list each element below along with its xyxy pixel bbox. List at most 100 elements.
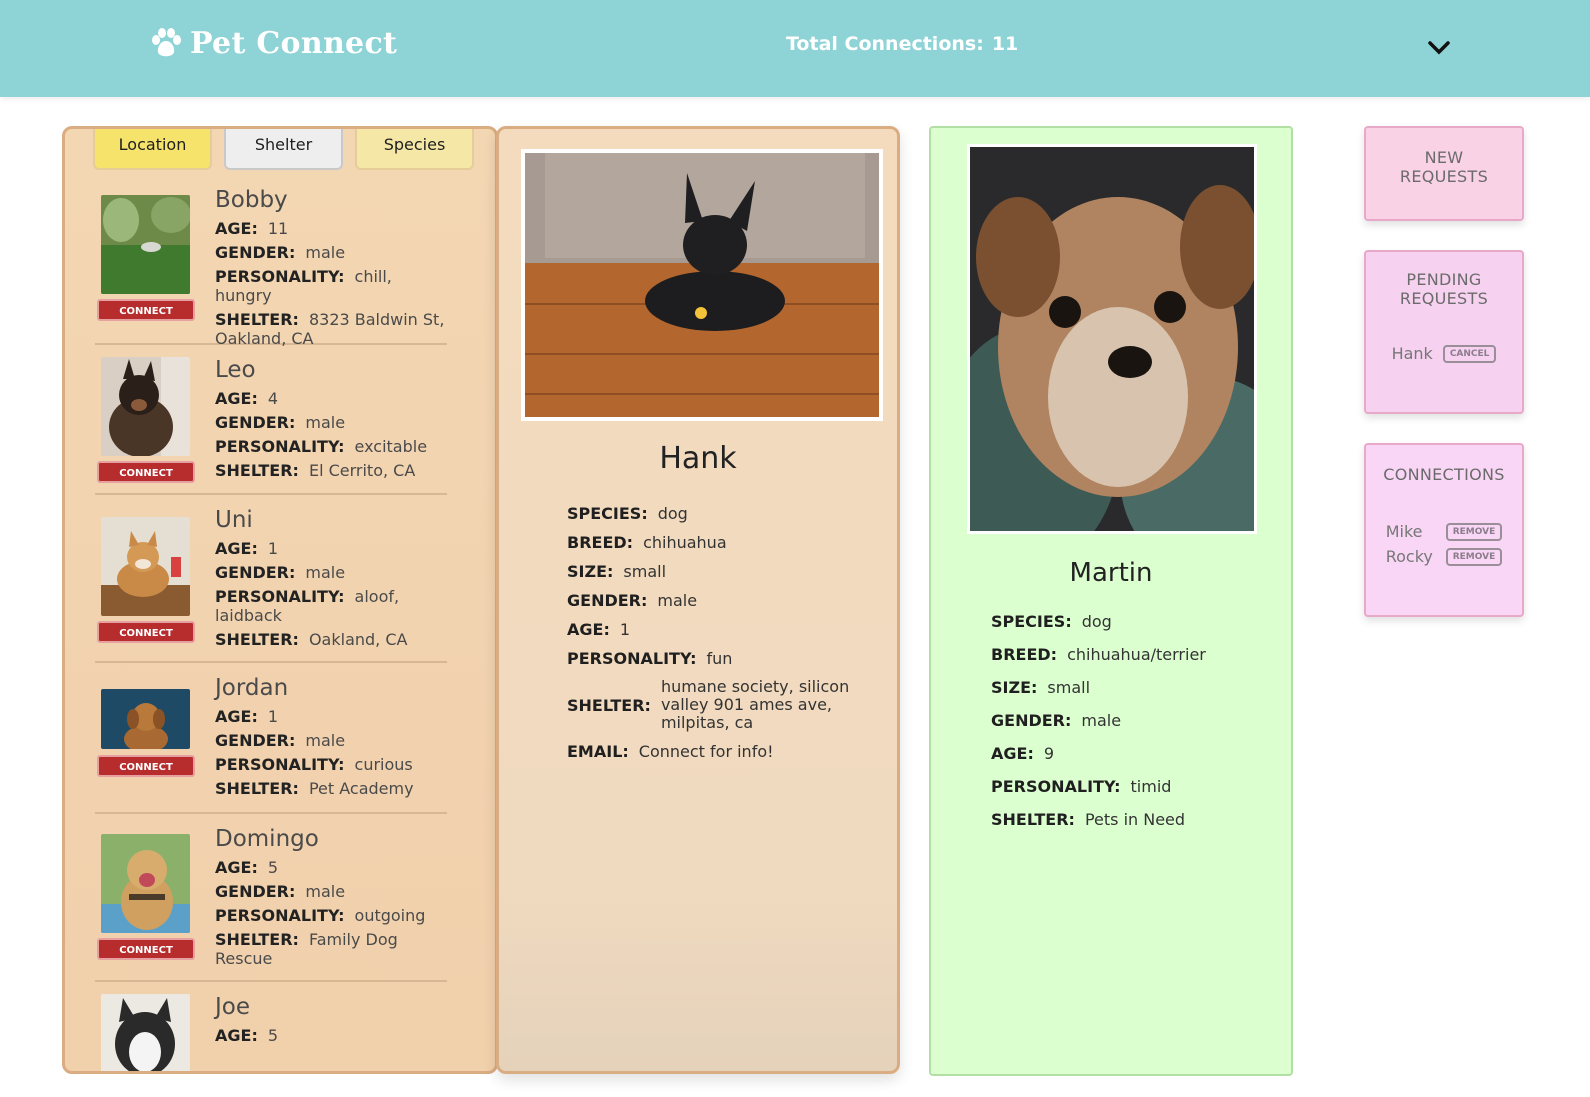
age-label: AGE: [215, 219, 258, 238]
size-value: small [623, 562, 667, 581]
remove-button[interactable]: REMOVE [1445, 522, 1503, 541]
filter-tabs: Location Shelter Species [93, 129, 474, 170]
tab-location[interactable]: Location [93, 129, 212, 170]
personality-label: PERSONALITY: [215, 755, 345, 774]
pet-info: Leo AGE: 4 GENDER: male PERSONALITY: excita… [215, 357, 447, 480]
list-item: CONNECT Jordan AGE: 1 GENDER: male PERSONA… [95, 669, 447, 814]
profile-personality: PERSONALITY: timid [991, 777, 1206, 796]
pet-list-panel: Location Shelter Species CONNECT Bobby A… [62, 126, 498, 1074]
gender-label: GENDER: [991, 711, 1072, 730]
connect-button[interactable]: CONNECT [97, 755, 195, 777]
gender-label: GENDER: [215, 563, 296, 582]
pet-thumbnail[interactable] [101, 195, 190, 294]
detail-email: EMAIL: Connect for info! [567, 742, 877, 761]
shelter-label: SHELTER: [215, 779, 299, 798]
remove-button[interactable]: REMOVE [1445, 547, 1503, 566]
pet-thumbnail[interactable] [101, 834, 190, 933]
profile-age: AGE: 9 [991, 744, 1206, 763]
pet-personality: PERSONALITY: excitable [215, 437, 447, 456]
shelter-label: SHELTER: [215, 310, 299, 329]
profile-species: SPECIES: dog [991, 612, 1206, 631]
age-value: 9 [1043, 744, 1055, 763]
pet-thumbnail[interactable] [101, 689, 190, 749]
personality-label: PERSONALITY: [215, 437, 345, 456]
total-connections: Total Connections: 11 [786, 33, 1018, 55]
personality-value: timid [1130, 777, 1172, 796]
personality-label: PERSONALITY: [215, 906, 345, 925]
pet-gender: GENDER: male [215, 563, 447, 582]
connect-button[interactable]: CONNECT [97, 461, 195, 483]
age-label: AGE: [215, 858, 258, 877]
pet-name: Jordan [215, 675, 289, 701]
pet-age: AGE: 5 [215, 1026, 447, 1045]
my-pet-profile: Martin SPECIES: dog BREED: chihuahua/terri… [929, 126, 1293, 1076]
shelter-label: SHELTER: [215, 461, 299, 480]
pet-age: AGE: 5 [215, 858, 447, 877]
age-label: AGE: [567, 620, 610, 639]
size-value: small [1047, 678, 1091, 697]
personality-label: PERSONALITY: [215, 267, 345, 286]
tab-species[interactable]: Species [355, 129, 474, 170]
connection-name: Rocky [1385, 547, 1433, 566]
connect-button[interactable]: CONNECT [97, 621, 195, 643]
app-logo[interactable]: Pet Connect [148, 25, 397, 61]
total-connections-count: 11 [991, 33, 1019, 55]
shelter-value: Pets in Need [1084, 810, 1186, 829]
pet-thumbnail[interactable] [101, 994, 190, 1071]
pet-list: CONNECT Bobby AGE: 11 GENDER: male PERSONA… [95, 181, 447, 1071]
shelter-value: El Cerrito, CA [308, 461, 416, 480]
pet-thumbnail[interactable] [101, 517, 190, 616]
list-item: CONNECT Bobby AGE: 11 GENDER: male PERSONA… [95, 181, 447, 348]
gender-value: male [305, 731, 346, 750]
species-label: SPECIES: [991, 612, 1072, 631]
profile-size: SIZE: small [991, 678, 1206, 697]
breed-label: BREED: [567, 533, 634, 552]
pet-personality: PERSONALITY: curious [215, 755, 447, 774]
gender-value: male [305, 243, 346, 262]
detail-personality: PERSONALITY: fun [567, 649, 877, 668]
gender-label: GENDER: [567, 591, 648, 610]
shelter-label: SHELTER: [991, 810, 1075, 829]
pet-info: Uni AGE: 1 GENDER: male PERSONALITY: aloof,… [215, 507, 447, 649]
pet-shelter: SHELTER: El Cerrito, CA [215, 461, 447, 480]
gender-value: male [305, 413, 346, 432]
connection-item: Mike REMOVE [1366, 522, 1522, 541]
chevron-down-icon[interactable] [1426, 36, 1452, 60]
gender-value: male [305, 882, 346, 901]
species-value: dog [657, 504, 688, 523]
size-label: SIZE: [567, 562, 614, 581]
new-requests-box[interactable]: NEW REQUESTS [1364, 126, 1524, 221]
pet-thumbnail[interactable] [101, 357, 190, 456]
age-value: 1 [267, 707, 279, 726]
connect-button[interactable]: CONNECT [97, 299, 195, 321]
pet-gender: GENDER: male [215, 882, 447, 901]
shelter-label: SHELTER: [567, 695, 651, 715]
pending-request-item: Hank CANCEL [1366, 344, 1522, 363]
detail-shelter: SHELTER: humane society, silicon valley 9… [567, 678, 877, 732]
pet-age: AGE: 1 [215, 539, 447, 558]
pet-gender: GENDER: male [215, 243, 447, 262]
profile-details: SPECIES: dog BREED: chihuahua/terrier SIZE… [991, 612, 1206, 843]
breed-label: BREED: [991, 645, 1058, 664]
pet-name: Domingo [215, 826, 319, 852]
list-item: CONNECT Leo AGE: 4 GENDER: male PERSONALIT… [95, 351, 447, 495]
selected-pet-name: Hank [659, 441, 737, 476]
profile-gender: GENDER: male [991, 711, 1206, 730]
cancel-button[interactable]: CANCEL [1442, 344, 1497, 363]
age-label: AGE: [215, 1026, 258, 1045]
personality-label: PERSONALITY: [991, 777, 1121, 796]
personality-value: curious [354, 755, 413, 774]
pet-shelter: SHELTER: Family Dog Rescue [215, 930, 447, 968]
pet-personality: PERSONALITY: outgoing [215, 906, 447, 925]
pet-name: Joe [215, 994, 251, 1020]
age-value: 11 [267, 219, 289, 238]
pet-name: Leo [215, 357, 256, 383]
pet-info: Joe AGE: 5 [215, 994, 447, 1045]
pet-gender: GENDER: male [215, 731, 447, 750]
shelter-value: humane society, silicon valley 901 ames … [660, 677, 850, 732]
pet-shelter: SHELTER: Pet Academy [215, 779, 447, 798]
connect-button[interactable]: CONNECT [97, 938, 195, 960]
total-connections-label: Total Connections: [786, 33, 984, 55]
age-value: 5 [267, 858, 279, 877]
tab-shelter[interactable]: Shelter [224, 129, 343, 170]
